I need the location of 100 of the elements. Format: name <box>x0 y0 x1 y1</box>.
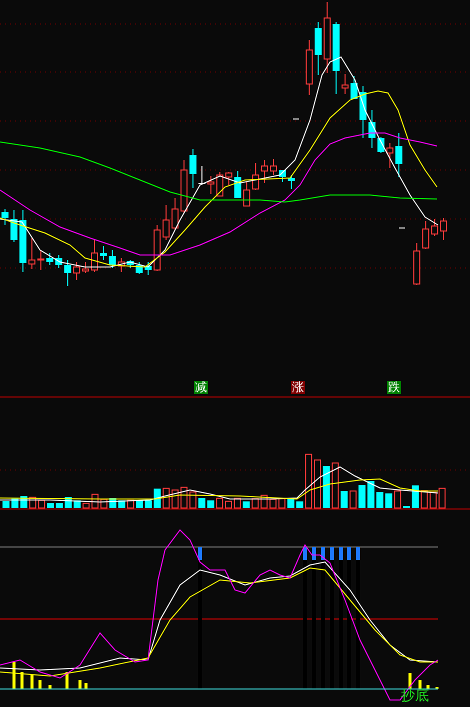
candlestick <box>368 110 376 148</box>
signal-bar <box>356 547 360 560</box>
candlestick <box>198 166 206 184</box>
signal-bar <box>339 547 343 560</box>
volume-bar <box>340 491 348 508</box>
volume-bar <box>82 502 90 508</box>
volume-bar <box>198 498 206 508</box>
candlestick <box>136 262 143 274</box>
candlestick <box>154 224 161 272</box>
indicator-bar <box>66 672 68 689</box>
volume-bar <box>305 454 312 508</box>
volume-bar <box>234 498 241 508</box>
signal-bar <box>321 547 325 560</box>
volume-bar <box>47 503 54 508</box>
candlestick <box>440 218 448 240</box>
volume-bar <box>438 488 446 508</box>
volume-bar <box>252 498 259 508</box>
candlestick <box>10 210 18 242</box>
volume-bar <box>242 501 250 508</box>
volume-bar <box>225 500 232 508</box>
candlestick <box>91 240 98 272</box>
candlestick <box>216 172 224 196</box>
volume-bar <box>412 485 419 508</box>
volume-bar <box>172 490 179 508</box>
indicator-bar <box>38 680 42 689</box>
candlestick <box>100 246 107 260</box>
signal-tag: 跌 <box>387 381 401 394</box>
candlestick <box>46 252 54 266</box>
volume-bar <box>38 500 46 508</box>
volume-bar <box>420 490 428 508</box>
candlestick <box>82 262 90 274</box>
candlestick <box>180 160 188 214</box>
signal-bar <box>330 547 334 560</box>
indicator-bar <box>78 680 82 689</box>
candlestick <box>37 250 44 270</box>
indicator-bar <box>20 672 24 689</box>
candlestick <box>73 262 80 280</box>
volume-bar <box>332 462 339 508</box>
candlestick <box>2 208 8 226</box>
candlestick <box>422 220 430 250</box>
indicator-bar <box>84 683 88 689</box>
signal-bar <box>198 547 202 560</box>
candlestick <box>342 74 349 94</box>
candlestick <box>108 250 116 268</box>
indicator-bar <box>408 673 412 689</box>
candlestick <box>288 174 295 190</box>
volume-bar <box>385 493 392 508</box>
candlestick <box>225 172 232 186</box>
candlestick <box>207 176 214 194</box>
indicator-bar <box>418 680 422 689</box>
volume-bar <box>2 501 10 508</box>
volume-bar <box>430 492 437 508</box>
candlestick <box>118 258 125 272</box>
candlestick <box>189 148 196 188</box>
candlestick <box>261 160 268 184</box>
volume-bar <box>296 501 304 508</box>
candlestick <box>413 242 420 286</box>
volume-bar <box>376 492 384 508</box>
signal-bar <box>347 547 351 560</box>
volume-bar <box>394 490 402 508</box>
candlestick <box>386 142 394 168</box>
indicator-bar <box>30 675 34 689</box>
signal-bar <box>303 547 307 560</box>
indicator-bar <box>48 685 52 689</box>
price-marker <box>292 118 300 120</box>
candlestick <box>19 210 26 272</box>
candlestick <box>144 262 152 276</box>
volume-bar <box>56 503 63 508</box>
candlestick <box>126 260 134 268</box>
volume-bar <box>127 500 134 508</box>
candlestick <box>55 254 62 268</box>
candlestick <box>172 198 179 230</box>
volume-bar <box>278 498 286 508</box>
candlestick <box>431 218 438 236</box>
volume-bar <box>358 485 366 508</box>
candlestick <box>360 86 366 138</box>
volume-bar <box>180 486 188 508</box>
candlestick <box>306 40 313 96</box>
candlestick <box>28 238 36 270</box>
volume-bar <box>162 488 170 508</box>
volume-bar <box>207 500 214 508</box>
candlestick <box>64 260 72 286</box>
indicator-bar <box>426 685 430 689</box>
candlestick <box>162 204 170 240</box>
volume-bar <box>189 492 196 508</box>
volume-bar <box>154 488 161 508</box>
candlestick <box>314 22 322 76</box>
signal-bar <box>312 547 316 560</box>
candlestick <box>350 76 358 100</box>
signal-label: 抄底 <box>401 688 429 704</box>
volume-bar <box>322 466 330 508</box>
indicator-bar <box>12 662 16 689</box>
volume-bar <box>270 498 276 508</box>
candlestick <box>270 158 277 176</box>
candlestick <box>243 182 250 206</box>
indicator-bar <box>436 687 438 689</box>
candlestick <box>234 170 242 198</box>
signal-tag: 减 <box>194 381 208 394</box>
signal-tag: 涨 <box>291 381 305 394</box>
candlestick <box>252 162 260 190</box>
